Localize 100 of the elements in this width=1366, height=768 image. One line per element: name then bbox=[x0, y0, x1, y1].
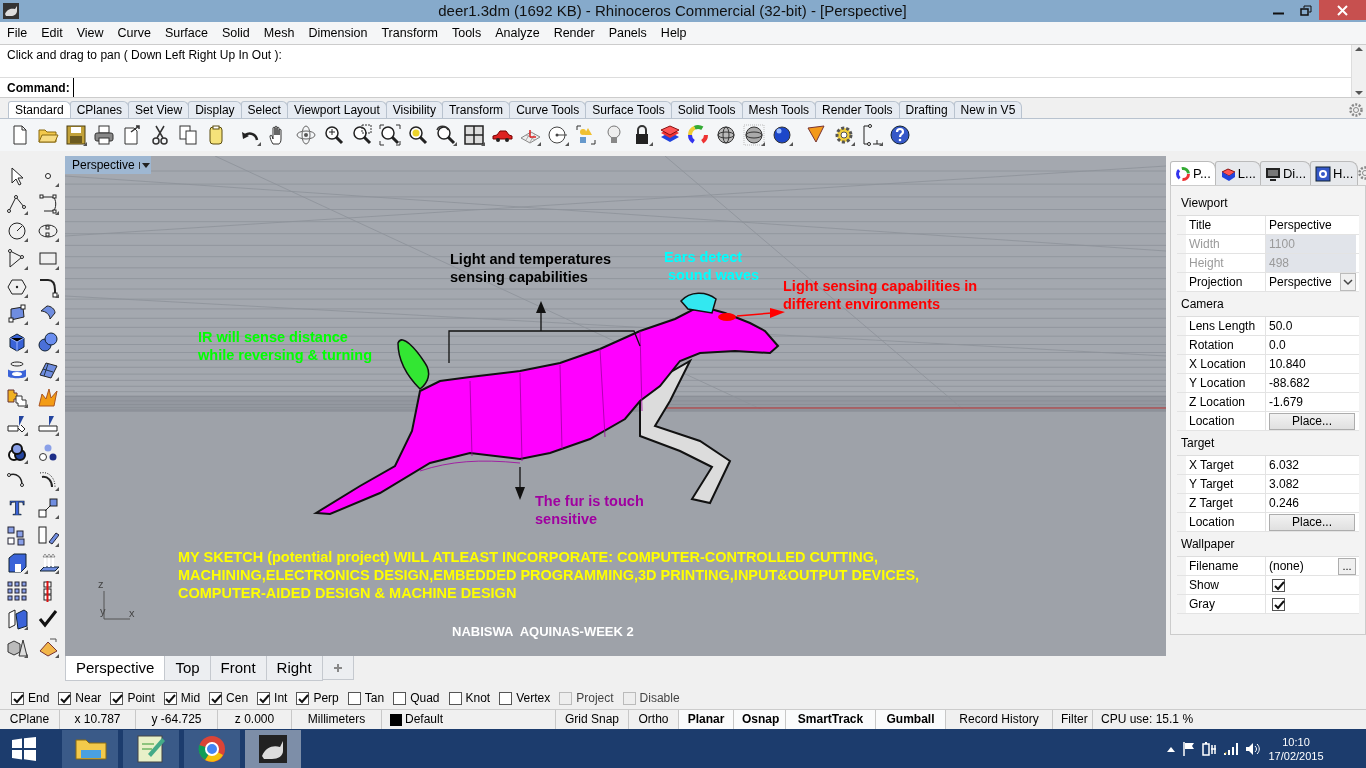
signal-bars-icon[interactable] bbox=[1223, 741, 1239, 757]
orbit-icon[interactable] bbox=[295, 124, 317, 146]
taskbar-app[interactable] bbox=[123, 730, 179, 768]
scale-handles-icon[interactable] bbox=[37, 497, 59, 520]
menu-item[interactable]: Panels bbox=[601, 22, 654, 44]
osnap-checkbox[interactable] bbox=[110, 691, 124, 705]
offset-curve-icon[interactable] bbox=[37, 469, 59, 492]
split-icon[interactable] bbox=[37, 414, 59, 437]
surface-points-icon[interactable] bbox=[6, 303, 28, 326]
osnap-checkbox[interactable] bbox=[347, 691, 361, 705]
color-wheel-icon[interactable] bbox=[687, 124, 709, 146]
zoom-selected-icon[interactable] bbox=[407, 124, 429, 146]
osnap-checkbox[interactable] bbox=[393, 691, 407, 705]
status-toggle[interactable]: Planar bbox=[679, 710, 734, 729]
polyline-icon[interactable] bbox=[6, 192, 28, 215]
viewport-tab[interactable]: Front bbox=[209, 656, 267, 681]
status-toggle[interactable]: SmartTrack bbox=[786, 710, 876, 729]
menu-item[interactable]: Mesh bbox=[256, 22, 302, 44]
toolbar-tab[interactable]: Viewport Layout bbox=[286, 101, 387, 118]
status-toggle[interactable]: Gumball bbox=[876, 710, 946, 729]
control-point-curve-icon[interactable] bbox=[37, 192, 59, 215]
place-button[interactable]: Place... bbox=[1269, 412, 1355, 430]
osnap-checkbox[interactable] bbox=[296, 691, 310, 705]
settings-icon[interactable] bbox=[1348, 101, 1364, 118]
osnap-checkbox[interactable] bbox=[58, 691, 72, 705]
osnap-checkbox[interactable] bbox=[209, 691, 223, 705]
four-viewports-icon[interactable] bbox=[463, 124, 485, 146]
zoom-extents-icon[interactable] bbox=[379, 124, 401, 146]
viewport-tab[interactable]: Right bbox=[265, 656, 323, 681]
scissors-icon[interactable] bbox=[149, 124, 171, 146]
menu-item[interactable]: File bbox=[0, 22, 35, 44]
burst-icon[interactable] bbox=[37, 386, 59, 409]
osnap-checkbox[interactable] bbox=[11, 691, 24, 705]
toolbar-tab[interactable]: Render Tools bbox=[815, 101, 900, 118]
viewport-tab[interactable]: Top bbox=[164, 656, 211, 681]
shapes-selection-icon[interactable] bbox=[575, 124, 597, 146]
menu-item[interactable]: Edit bbox=[34, 22, 70, 44]
spheres-icon[interactable] bbox=[37, 330, 59, 353]
menu-item[interactable]: Help bbox=[653, 22, 694, 44]
osnap-checkbox[interactable] bbox=[448, 691, 462, 705]
osnap-checkbox[interactable] bbox=[163, 691, 177, 705]
printer-icon[interactable] bbox=[93, 124, 115, 146]
panel-tab[interactable]: L... bbox=[1214, 161, 1261, 185]
speaker-icon[interactable] bbox=[1245, 741, 1260, 757]
place-button[interactable]: Place... bbox=[1269, 513, 1355, 531]
toolbar-tab[interactable]: Surface Tools bbox=[585, 101, 672, 118]
pyramid-icon[interactable] bbox=[37, 635, 59, 658]
add-tab-button[interactable] bbox=[321, 656, 354, 680]
status-toggle[interactable]: Osnap bbox=[734, 710, 786, 729]
menu-item[interactable]: Analyze bbox=[488, 22, 547, 44]
wireframe-sphere-icon[interactable] bbox=[715, 124, 737, 146]
checkmark-icon[interactable] bbox=[37, 607, 59, 630]
layer-name[interactable]: Default bbox=[405, 710, 444, 729]
puzzle-icon[interactable] bbox=[6, 386, 28, 409]
toolbar-tab[interactable]: Transform bbox=[441, 101, 511, 118]
boolean-circles-icon[interactable] bbox=[6, 441, 28, 464]
menu-item[interactable]: Solid bbox=[215, 22, 257, 44]
clock-time[interactable]: 10:10 bbox=[1266, 735, 1326, 749]
menu-item[interactable]: Transform bbox=[374, 22, 445, 44]
document-arrow-icon[interactable] bbox=[121, 124, 143, 146]
shaded-sphere-icon[interactable] bbox=[771, 124, 793, 146]
taskbar-app[interactable] bbox=[184, 730, 240, 768]
menu-item[interactable]: Curve bbox=[110, 22, 158, 44]
toolbar-tab[interactable]: Display bbox=[188, 101, 242, 118]
toolbar-tab[interactable]: CPlanes bbox=[69, 101, 130, 118]
extrude-arrows-icon[interactable] bbox=[37, 552, 59, 575]
projection-dropdown[interactable]: Perspective bbox=[1266, 273, 1356, 291]
toolbar-tab[interactable]: Standard bbox=[8, 101, 71, 118]
rotate-rectangle-icon[interactable] bbox=[37, 524, 59, 547]
panel-tab[interactable]: P... bbox=[1170, 161, 1216, 185]
menu-item[interactable]: Surface bbox=[157, 22, 215, 44]
browse-button[interactable]: ... bbox=[1338, 557, 1356, 575]
help-icon[interactable] bbox=[889, 124, 911, 146]
checkbox[interactable] bbox=[1272, 597, 1285, 611]
viewport-title-tab[interactable]: Perspective bbox=[65, 156, 151, 174]
text-icon[interactable]: T bbox=[9, 497, 25, 520]
toolbar-tab[interactable]: Drafting bbox=[898, 101, 955, 118]
animal-head-icon[interactable] bbox=[2, 2, 20, 20]
windows-logo-icon[interactable] bbox=[12, 737, 36, 761]
panel-tab[interactable]: Di... bbox=[1259, 161, 1312, 185]
toolbar-tab[interactable]: Select bbox=[240, 101, 288, 118]
zoom-window-icon[interactable] bbox=[351, 124, 373, 146]
taskbar-app[interactable] bbox=[245, 730, 301, 768]
toolbar-tab[interactable]: New in V5 bbox=[953, 101, 1023, 118]
menu-item[interactable]: View bbox=[69, 22, 111, 44]
zoom-arrow-icon[interactable] bbox=[435, 124, 457, 146]
circle-icon[interactable] bbox=[6, 220, 28, 243]
grid-array-icon[interactable] bbox=[6, 580, 28, 603]
toolbar-tab[interactable]: Set View bbox=[128, 101, 190, 118]
mirror-icon[interactable] bbox=[6, 607, 28, 630]
menu-item[interactable]: Dimension bbox=[301, 22, 375, 44]
close-button[interactable] bbox=[1319, 0, 1366, 20]
battery-plug-icon[interactable] bbox=[1202, 741, 1217, 757]
toolbar-tab[interactable]: Mesh Tools bbox=[741, 101, 817, 118]
menu-item[interactable]: Render bbox=[546, 22, 602, 44]
dimension-icon[interactable] bbox=[861, 124, 883, 146]
osnap-checkbox[interactable] bbox=[257, 691, 271, 705]
flag-icon[interactable] bbox=[1182, 741, 1196, 757]
gear-icon[interactable] bbox=[833, 124, 855, 146]
cylinder-icon[interactable] bbox=[6, 358, 28, 381]
